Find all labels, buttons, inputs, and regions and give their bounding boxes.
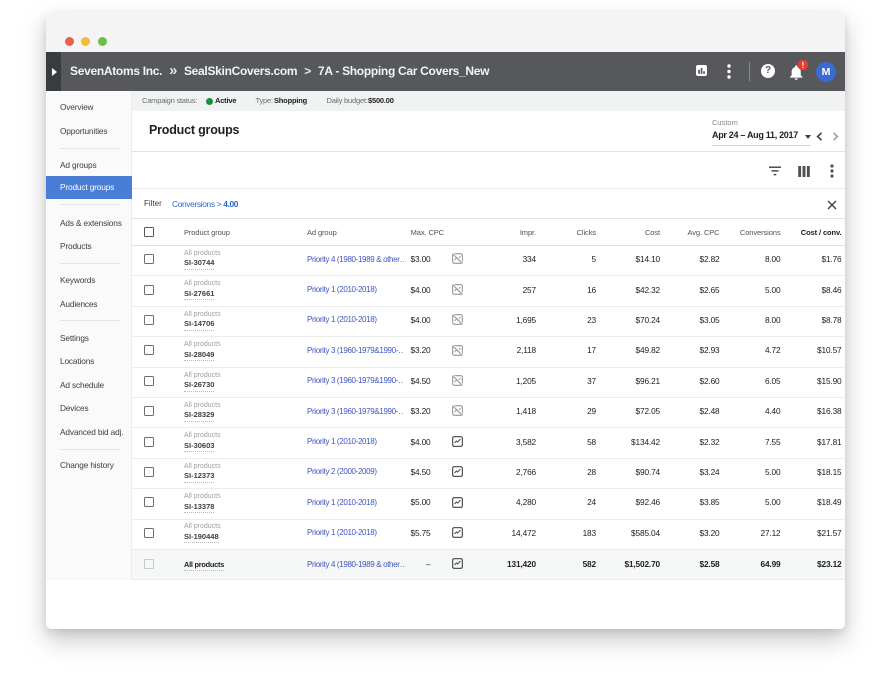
- svg-text:!: !: [801, 60, 804, 70]
